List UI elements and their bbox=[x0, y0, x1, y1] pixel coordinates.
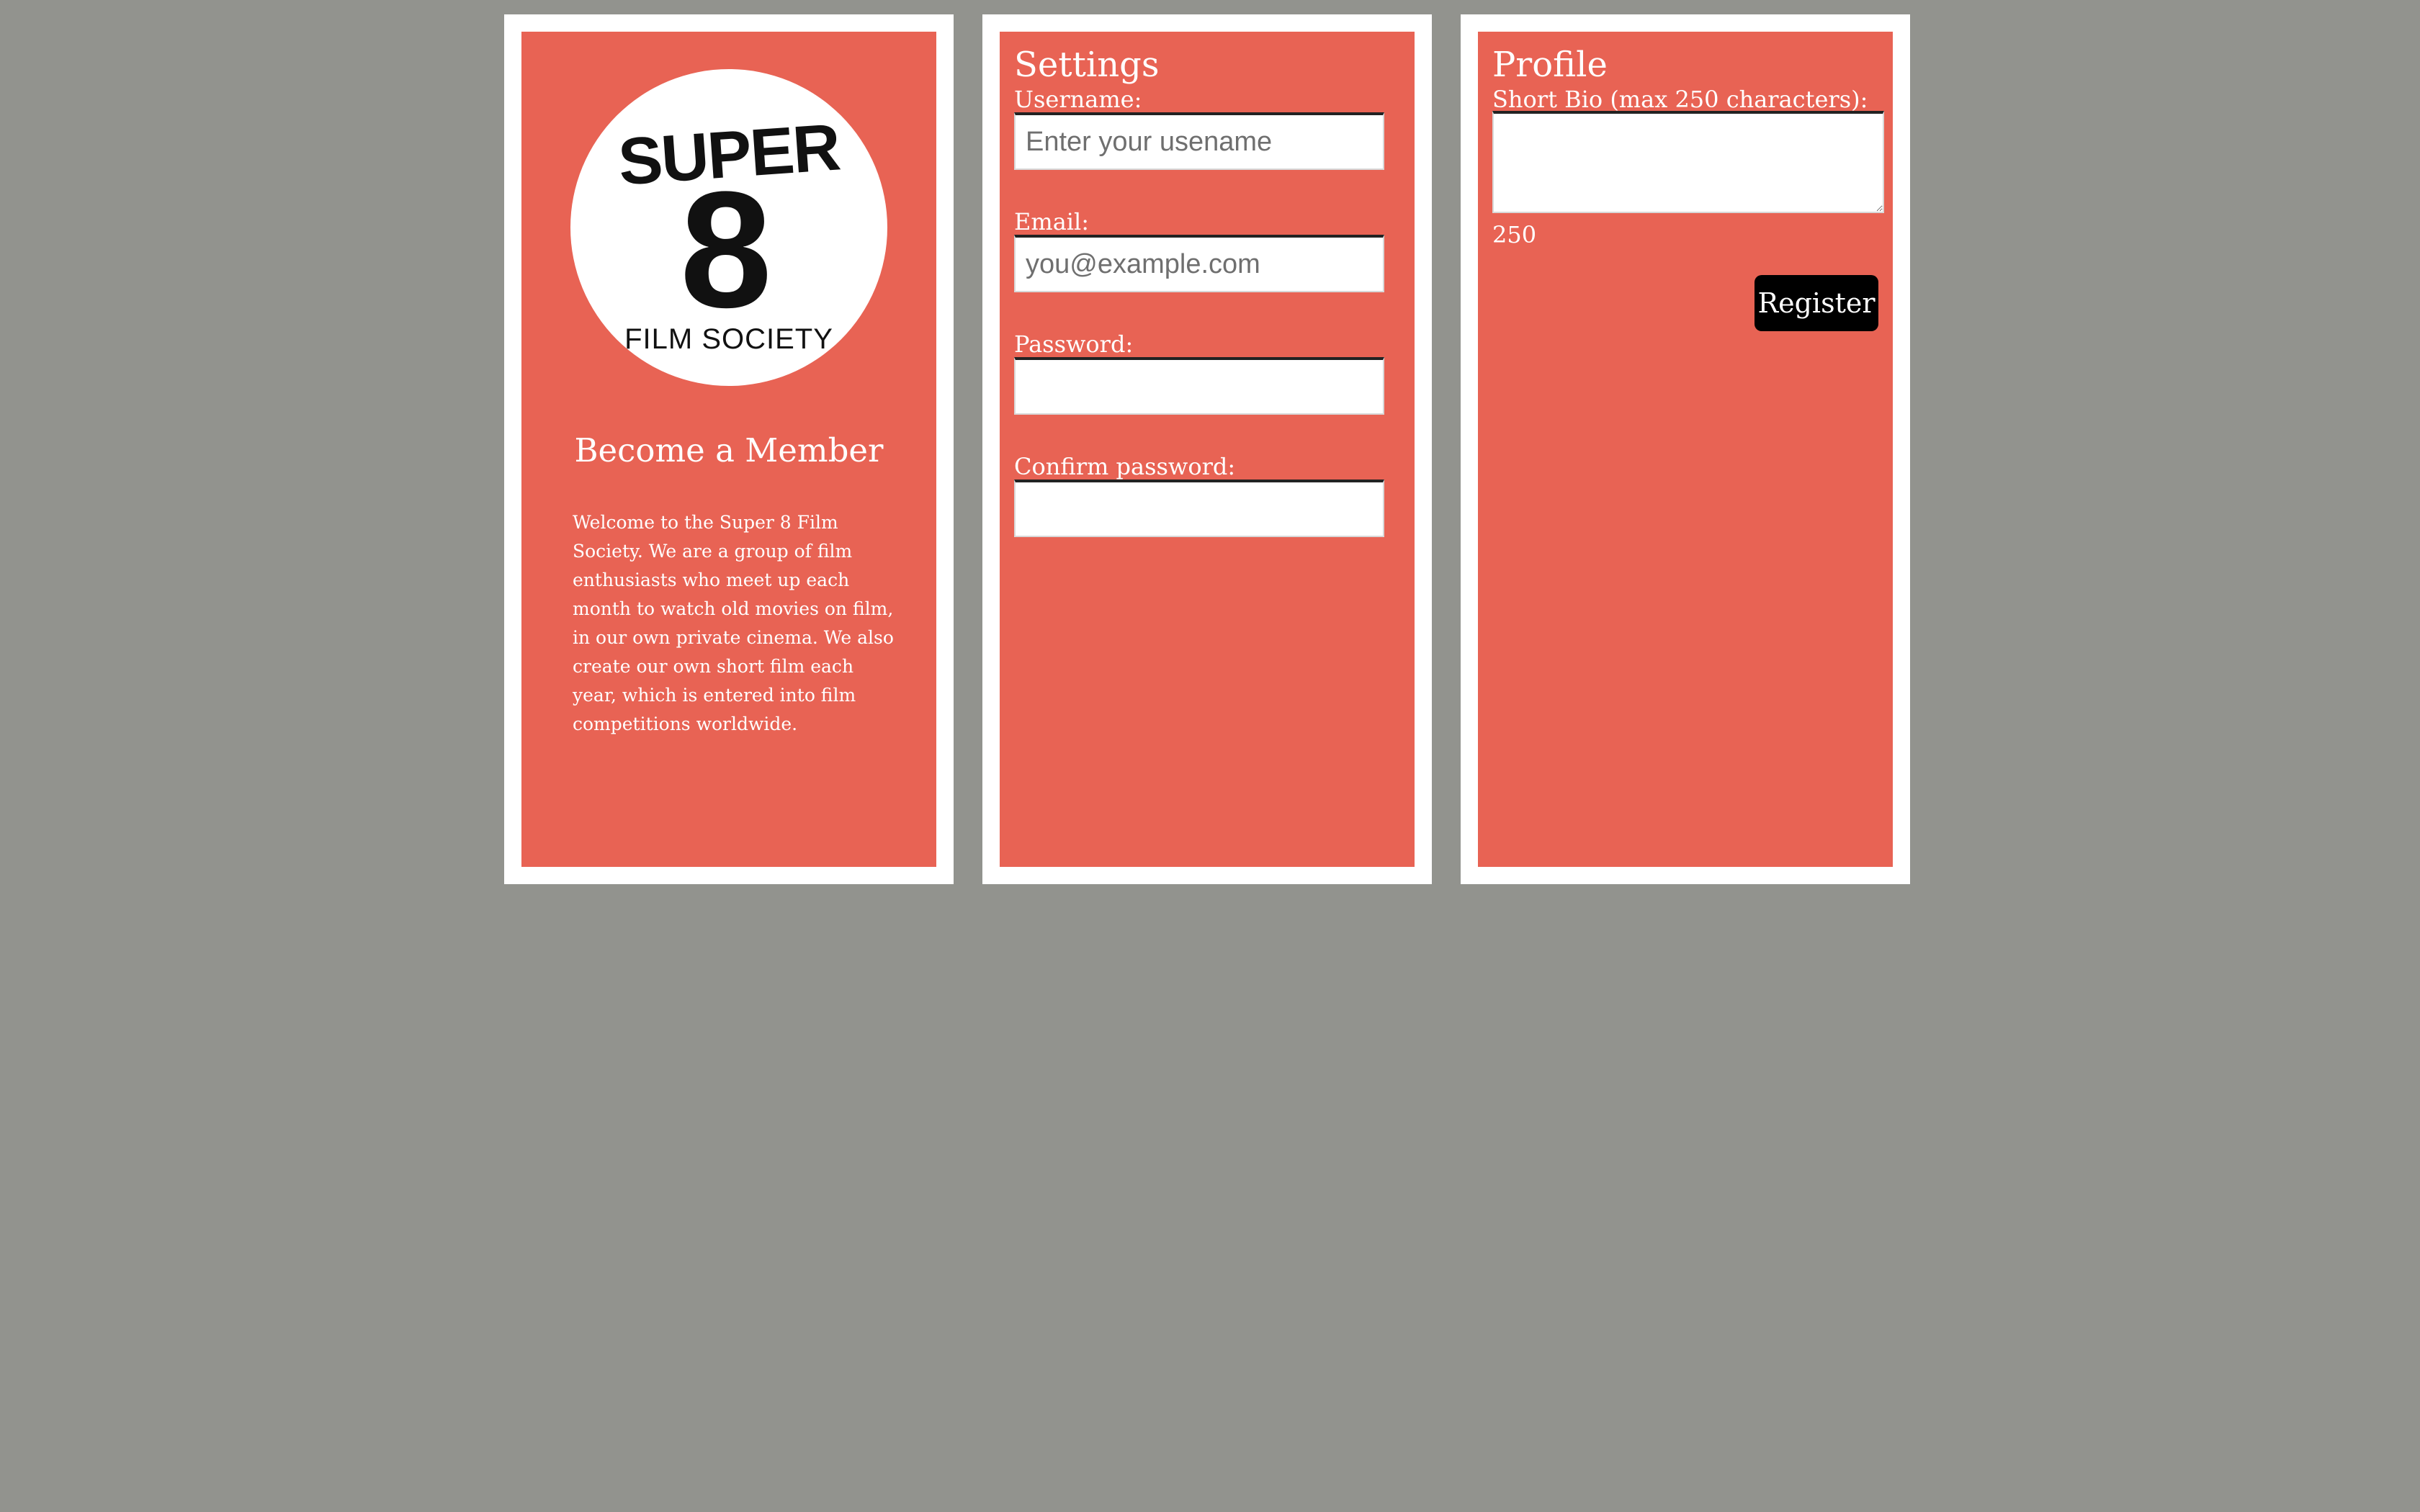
profile-title: Profile bbox=[1492, 45, 1608, 85]
username-label: Username: bbox=[1014, 86, 1142, 113]
bio-label: Short Bio (max 250 characters): bbox=[1492, 86, 1868, 113]
bio-character-count: 250 bbox=[1492, 221, 1537, 248]
super8-logo: SUPER 8 FILM SOCIETY bbox=[570, 69, 887, 386]
about-card-body: SUPER 8 FILM SOCIETY Become a Member Wel… bbox=[521, 32, 936, 867]
logo-eight-text: 8 bbox=[680, 157, 772, 342]
email-input[interactable] bbox=[1014, 235, 1384, 292]
password-input[interactable] bbox=[1014, 357, 1384, 415]
bio-textarea[interactable] bbox=[1492, 111, 1884, 213]
username-input[interactable] bbox=[1014, 112, 1384, 170]
profile-card: Profile Short Bio (max 250 characters): … bbox=[1461, 14, 1910, 884]
confirm-password-label: Confirm password: bbox=[1014, 453, 1236, 480]
register-button[interactable]: Register bbox=[1754, 275, 1878, 331]
about-title: Become a Member bbox=[574, 431, 884, 469]
logo-film-society-text: FILM SOCIETY bbox=[624, 323, 833, 355]
registration-page: SUPER 8 FILM SOCIETY Become a Member Wel… bbox=[0, 0, 2420, 1512]
confirm-password-input[interactable] bbox=[1014, 480, 1384, 537]
super8-logo-graphic: SUPER 8 FILM SOCIETY bbox=[572, 71, 886, 384]
settings-title: Settings bbox=[1014, 45, 1160, 85]
settings-card: Settings Username: Email: Password: Conf… bbox=[982, 14, 1432, 884]
profile-card-body: Profile Short Bio (max 250 characters): … bbox=[1478, 32, 1893, 867]
about-description: Welcome to the Super 8 Film Society. We … bbox=[573, 512, 894, 734]
password-label: Password: bbox=[1014, 330, 1134, 358]
about-card: SUPER 8 FILM SOCIETY Become a Member Wel… bbox=[504, 14, 954, 884]
settings-card-body: Settings Username: Email: Password: Conf… bbox=[1000, 32, 1415, 867]
email-label: Email: bbox=[1014, 208, 1090, 235]
